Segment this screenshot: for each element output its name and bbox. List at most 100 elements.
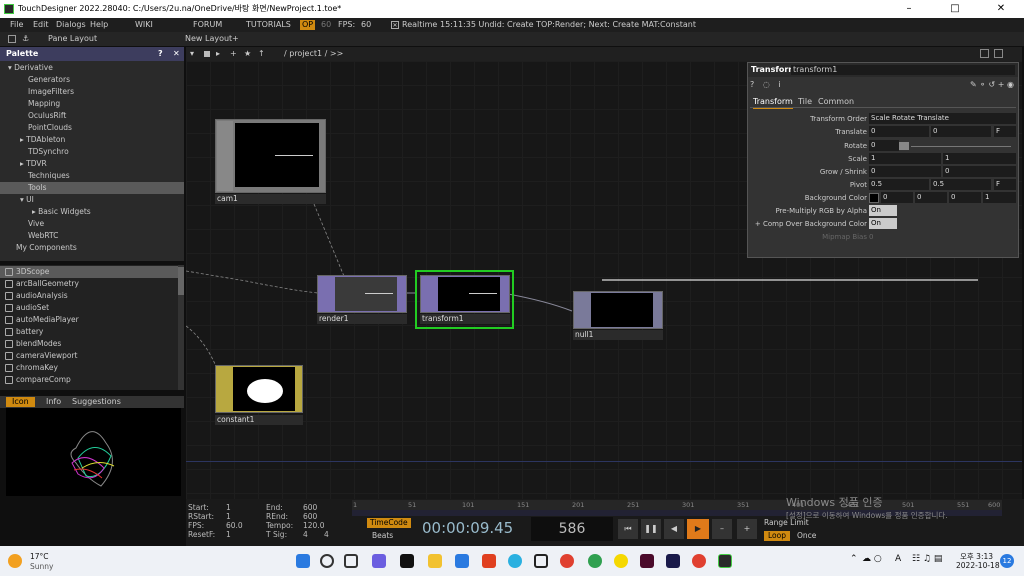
pause-button[interactable]: ❚❚ — [641, 519, 661, 539]
bg-r-field[interactable]: 0 — [881, 192, 913, 203]
help-icon[interactable]: ? — [158, 47, 163, 61]
tree-item-tools[interactable]: Tools — [0, 182, 184, 194]
star-icon[interactable]: ★ — [244, 47, 251, 61]
wiki-link[interactable]: WIKI — [135, 18, 153, 32]
tab-transform[interactable]: Transform — [753, 96, 793, 109]
chrome-icon[interactable] — [560, 554, 574, 568]
once-button[interactable]: Once — [797, 531, 816, 540]
node-null1[interactable]: null1 — [573, 291, 663, 341]
edge-icon[interactable] — [508, 554, 522, 568]
task-view-icon[interactable] — [344, 554, 358, 568]
rotate-field[interactable]: 0 — [869, 140, 899, 151]
breadcrumb[interactable]: / project1 / >> — [284, 47, 343, 61]
weather-icon[interactable] — [8, 554, 22, 568]
list-item[interactable]: compareComp — [0, 374, 178, 386]
tree-item-pointclouds[interactable]: PointClouds — [0, 122, 184, 134]
info-icon[interactable]: i — [778, 80, 780, 89]
help-icon[interactable]: ? — [750, 80, 754, 89]
premult-toggle[interactable]: On — [869, 205, 897, 216]
indesign-icon[interactable] — [640, 554, 654, 568]
translate-x-field[interactable]: 0 — [869, 126, 929, 137]
office-icon[interactable] — [482, 554, 496, 568]
pane-layout-button[interactable]: Pane Layout — [48, 32, 97, 46]
list-scrollbar[interactable] — [178, 265, 184, 390]
add-layout-icon[interactable]: + — [232, 32, 239, 46]
bg-g-field[interactable]: 0 — [915, 192, 947, 203]
pivot-x-field[interactable]: 0.5 — [869, 179, 929, 190]
close-button[interactable]: ✕ — [978, 0, 1024, 18]
list-item[interactable]: blendModes — [0, 338, 178, 350]
list-item[interactable]: 3DScope — [0, 266, 178, 278]
translate-unit-select[interactable]: F — [994, 126, 1016, 137]
tree-item-webrtc[interactable]: WebRTC — [0, 230, 184, 242]
transform-order-select[interactable]: Scale Rotate Translate — [869, 113, 1016, 124]
new-layout-tab[interactable]: New Layout — [185, 32, 232, 46]
list-item[interactable]: battery — [0, 326, 178, 338]
after-effects-icon[interactable] — [666, 554, 680, 568]
tree-item-derivative[interactable]: ▾ Derivative — [0, 62, 184, 74]
rewind-button[interactable]: ⏮ — [618, 519, 638, 539]
list-item[interactable]: arcBallGeometry — [0, 278, 178, 290]
tree-item-ui[interactable]: ▾ UI — [0, 194, 184, 206]
forum-link[interactable]: FORUM — [193, 18, 222, 32]
list-item[interactable]: audioSet — [0, 302, 178, 314]
tab-suggestions[interactable]: Suggestions — [72, 397, 121, 407]
grow-x-field[interactable]: 0 — [869, 166, 941, 177]
add-icon[interactable]: + — [230, 47, 237, 61]
minimize-button[interactable]: – — [886, 0, 932, 18]
step-back-button[interactable]: ◀ — [664, 519, 684, 539]
tree-item-my-components[interactable]: My Components — [0, 242, 184, 254]
tab-common[interactable]: Common — [818, 96, 854, 108]
realtime-checkbox[interactable]: ✕ — [391, 21, 399, 29]
lock-icon[interactable]: ◌ — [763, 80, 770, 89]
pivot-y-field[interactable]: 0.5 — [931, 179, 991, 190]
tree-item-mapping[interactable]: Mapping — [0, 98, 184, 110]
tree-item-imagefilters[interactable]: ImageFilters — [0, 86, 184, 98]
chrome-icon-3[interactable] — [692, 554, 706, 568]
list-item[interactable]: cameraViewport — [0, 350, 178, 362]
play-button[interactable]: ▶ — [687, 519, 709, 539]
beats-button[interactable]: Beats — [372, 531, 393, 540]
netflix-icon[interactable] — [400, 554, 414, 568]
start-icon[interactable] — [296, 554, 310, 568]
kakaotalk-icon[interactable] — [614, 554, 628, 568]
menu-help[interactable]: Help — [90, 18, 108, 32]
timecode-button[interactable]: TimeCode — [367, 518, 411, 528]
collapse-icon[interactable]: ▾ — [190, 47, 194, 61]
notification-badge[interactable]: 12 — [1000, 554, 1014, 568]
touchdesigner-icon[interactable] — [718, 554, 732, 568]
close-icon[interactable]: ✕ — [173, 47, 180, 61]
op-name-field[interactable]: transform1 — [791, 65, 1015, 75]
plus-button[interactable]: + — [737, 519, 757, 539]
play-icon[interactable]: ▸ — [216, 47, 220, 61]
folder-icon[interactable] — [428, 554, 442, 568]
bg-b-field[interactable]: 0 — [949, 192, 981, 203]
menu-file[interactable]: File — [10, 18, 23, 32]
grow-y-field[interactable]: 0 — [943, 166, 1016, 177]
tab-tile[interactable]: Tile — [798, 96, 812, 108]
chrome-icon-2[interactable] — [588, 554, 602, 568]
timeline-ruler[interactable]: 1 51 101 151 201 251 301 351 401 451 501… — [352, 500, 1002, 510]
node-cam1[interactable]: cam1 — [215, 117, 326, 205]
tab-icon[interactable]: Icon — [6, 397, 35, 407]
loop-button[interactable]: Loop — [764, 531, 790, 541]
node-render1[interactable]: render1 — [317, 275, 407, 325]
translate-y-field[interactable]: 0 — [931, 126, 991, 137]
minus-button[interactable]: – — [712, 519, 732, 539]
anchor-icon[interactable]: ⚓ — [22, 32, 29, 46]
tree-item-tdvr[interactable]: ▸ TDVR — [0, 158, 184, 170]
bg-a-field[interactable]: 1 — [983, 192, 1016, 203]
rotate-slider[interactable] — [911, 146, 1011, 147]
rotate-slider-handle[interactable] — [899, 142, 909, 150]
maximize-button[interactable]: □ — [932, 0, 978, 18]
chat-icon[interactable] — [372, 554, 386, 568]
edit-icons[interactable]: ✎ ⚬ ↺ + ◉ — [970, 79, 1014, 91]
pane-icon[interactable] — [980, 49, 989, 58]
tray-icons[interactable]: ☁ ○ — [862, 554, 882, 564]
menu-dialogs[interactable]: Dialogs — [56, 18, 86, 32]
node-constant1[interactable]: constant1 — [215, 365, 303, 427]
stop-icon[interactable] — [204, 51, 210, 57]
frame-field[interactable]: 586 — [531, 517, 613, 541]
node-transform1[interactable]: transform1 — [415, 270, 514, 329]
tree-item-basic-widgets[interactable]: ▸ Basic Widgets — [0, 206, 184, 218]
